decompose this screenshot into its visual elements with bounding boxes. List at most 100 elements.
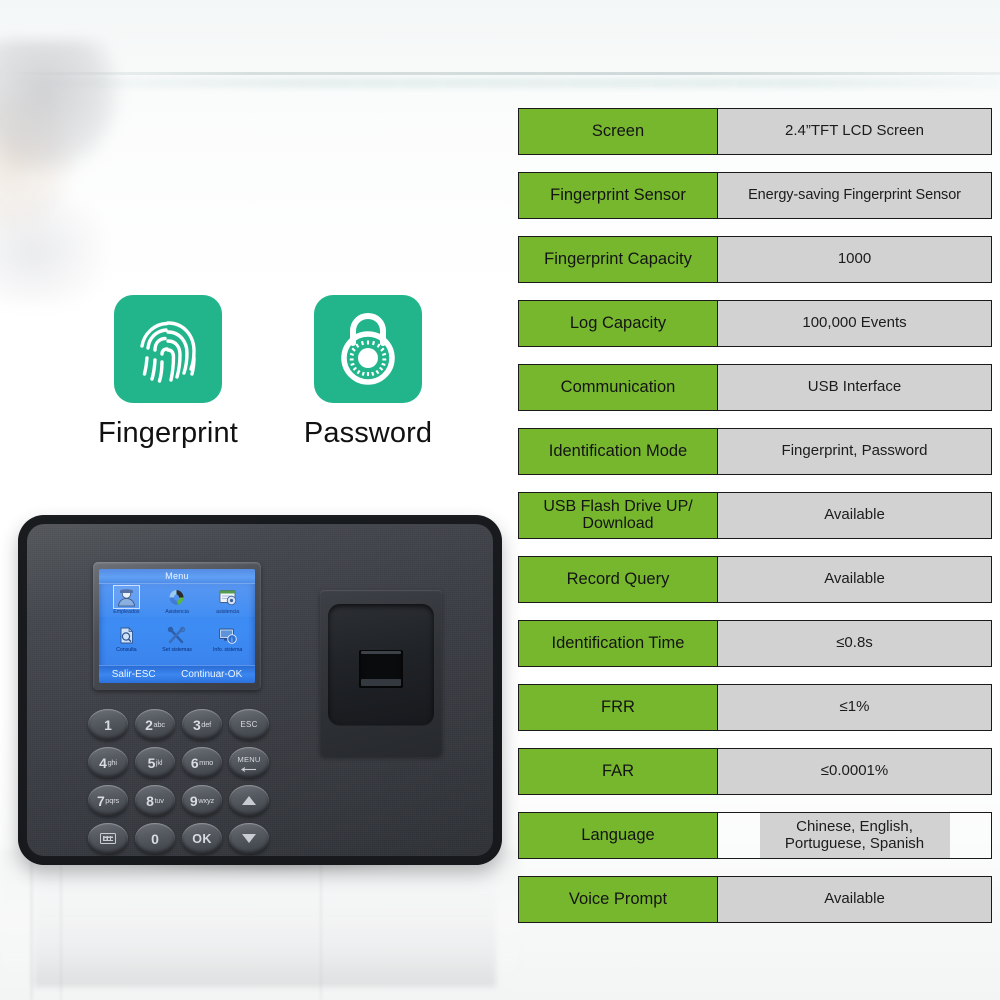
system-info-icon: i (215, 624, 240, 646)
spec-value: Available (718, 877, 991, 922)
key-letters: ghi (107, 758, 117, 767)
key-4[interactable]: 4 ghi (88, 747, 128, 778)
arrow-up-icon (242, 796, 256, 805)
background-horizon-line (0, 72, 1000, 75)
feature-label: Password (303, 417, 433, 449)
menu-item-consulta[interactable]: Consulta (101, 624, 152, 662)
spec-key: Identification Mode (519, 429, 718, 474)
key-letters: pqrs (105, 796, 120, 805)
key-keyboard[interactable] (88, 823, 128, 854)
spec-value: Fingerprint, Password (718, 429, 991, 474)
spec-key: FAR (519, 749, 718, 794)
table-row: USB Flash Drive UP/ Download Available (518, 492, 992, 539)
fingerprint-sensor-window[interactable] (359, 650, 403, 688)
arrow-down-icon (242, 834, 256, 843)
feature-icons-group: Fingerprint Password (78, 295, 478, 470)
key-digit: 1 (104, 716, 112, 733)
spec-value: USB Interface (718, 365, 991, 410)
spec-key: Language (519, 813, 718, 858)
spec-key: Voice Prompt (519, 877, 718, 922)
background-horizon-glow (0, 78, 1000, 88)
key-digit: 6 (190, 754, 199, 771)
key-3[interactable]: 3 def (182, 709, 222, 740)
tools-icon (164, 624, 189, 646)
password-tile (314, 295, 422, 403)
spec-value: 2.4”TFT LCD Screen (718, 109, 991, 154)
key-menu[interactable]: MENU (229, 747, 269, 778)
sensor-bar-top (361, 651, 401, 654)
menu-item-empleados[interactable]: Empleados (101, 585, 152, 624)
spec-key: Identification Time (519, 621, 718, 666)
key-2[interactable]: 2 abc (135, 709, 175, 740)
key-digit: 8 (146, 792, 154, 809)
menu-item-asistencia-records[interactable]: asistencia (202, 586, 253, 624)
key-letters: mno (199, 758, 214, 767)
fingerprint-time-attendance-device: Menu Empleados Asistencia asistencia Con… (18, 515, 508, 987)
device-body: Menu Empleados Asistencia asistencia Con… (18, 515, 502, 865)
device-keypad: 1 2 abc 3 def ESC 4 ghi 5 jkl 6 mno MENU 7 pqr… (85, 706, 272, 857)
device-screen-frame: Menu Empleados Asistencia asistencia Con… (93, 562, 261, 690)
spec-value: Chinese, English, Portuguese, Spanish (759, 813, 950, 858)
spec-key: Fingerprint Sensor (519, 173, 718, 218)
lcd-menu-grid: Empleados Asistencia asistencia Consulta… (99, 584, 255, 662)
spec-key: Fingerprint Capacity (519, 237, 718, 282)
table-row: Voice Prompt Available (518, 876, 992, 923)
key-5[interactable]: 5 jkl (135, 747, 175, 778)
spec-key: Record Query (519, 557, 718, 602)
key-digit: 5 (147, 754, 156, 771)
fingerprint-sensor-recess (328, 604, 434, 726)
key-label: OK (192, 831, 212, 846)
spec-value: Energy-saving Fingerprint Sensor (718, 173, 991, 218)
key-1[interactable]: 1 (88, 709, 128, 740)
key-7[interactable]: 7 pqrs (88, 785, 128, 816)
spec-value: Available (718, 493, 991, 538)
key-digit: 7 (96, 792, 105, 809)
key-label: ESC (240, 720, 258, 729)
spec-key: USB Flash Drive UP/ Download (519, 493, 718, 538)
key-label: MENU (237, 755, 261, 764)
lcd-screen: Menu Empleados Asistencia asistencia Con… (99, 569, 255, 683)
feature-password: Password (278, 295, 458, 450)
key-letters: def (201, 720, 212, 729)
key-ok[interactable]: OK (182, 823, 222, 854)
key-letters: jkl (155, 758, 163, 767)
key-6[interactable]: 6 mno (182, 747, 222, 778)
spec-key: Log Capacity (519, 301, 718, 346)
spec-key: FRR (519, 685, 718, 730)
feature-label: Fingerprint (98, 417, 238, 449)
spec-value: 100,000 Events (718, 301, 991, 346)
lcd-footer-left[interactable]: Salir-ESC (112, 669, 156, 680)
key-letters: tuv (154, 796, 164, 805)
key-esc[interactable]: ESC (229, 709, 269, 740)
lcd-footer-right[interactable]: Continuar-OK (181, 669, 242, 680)
table-row: Identification Time ≤0.8s (518, 620, 992, 667)
key-8[interactable]: 8 tuv (135, 785, 175, 816)
menu-item-label: Set sistemas (162, 647, 192, 653)
key-letters: abc (153, 720, 165, 729)
attendance-icon (164, 586, 189, 608)
key-up[interactable] (229, 785, 269, 816)
fingerprint-sensor-module[interactable] (320, 590, 442, 756)
padlock-icon (341, 312, 395, 385)
menu-item-info-sistema[interactable]: i Info. sistema (202, 624, 253, 662)
menu-item-asistencia[interactable]: Asistencia (152, 586, 203, 624)
key-letters: wxyz (198, 796, 215, 805)
key-digit: 0 (151, 830, 159, 847)
key-9[interactable]: 9 wxyz (182, 785, 222, 816)
user-icon (112, 585, 140, 609)
back-arrow-icon (240, 767, 256, 772)
table-row: FRR ≤1% (518, 684, 992, 731)
device-reflection (34, 867, 496, 987)
menu-item-set-sistemas[interactable]: Set sistemas (152, 624, 203, 662)
specification-table: Screen 2.4”TFT LCD Screen Fingerprint Se… (518, 108, 992, 940)
key-down[interactable] (229, 823, 269, 854)
spec-key: Screen (519, 109, 718, 154)
key-digit: 9 (189, 792, 198, 809)
key-digit: 3 (192, 716, 201, 733)
key-0[interactable]: 0 (135, 823, 175, 854)
query-icon (114, 624, 139, 646)
table-row: Fingerprint Capacity 1000 (518, 236, 992, 283)
sensor-bar-bottom (361, 679, 401, 686)
spec-value: ≤0.8s (718, 621, 991, 666)
menu-item-label: Consulta (116, 647, 137, 653)
